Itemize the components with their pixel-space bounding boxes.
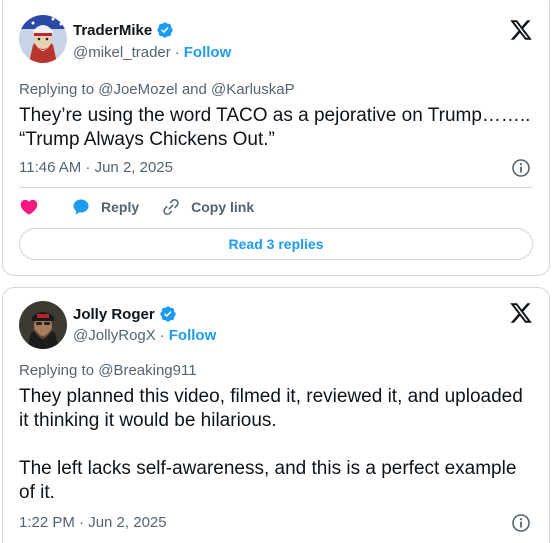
tweet-card: TraderMike @mikel_trader · Follow Replyi… bbox=[2, 0, 550, 276]
action-bar: Reply Copy link bbox=[19, 197, 276, 217]
separator-dot: · bbox=[174, 44, 180, 61]
author-name-row: TraderMike bbox=[73, 21, 174, 39]
like-button[interactable] bbox=[19, 197, 39, 217]
link-icon bbox=[161, 197, 181, 217]
replying-prefix: Replying to bbox=[19, 362, 99, 379]
avatar-image bbox=[19, 301, 67, 349]
replying-and: and bbox=[177, 81, 212, 98]
x-logo-icon[interactable] bbox=[509, 301, 533, 325]
mention-link[interactable]: @JoeMozel bbox=[98, 81, 177, 98]
heart-icon bbox=[19, 197, 39, 217]
verified-badge-icon bbox=[159, 305, 177, 323]
follow-button[interactable]: Follow bbox=[169, 327, 217, 344]
tweet-timestamp[interactable]: 1:22 PM · Jun 2, 2025 bbox=[19, 514, 167, 531]
avatar[interactable] bbox=[19, 15, 67, 63]
handle-row: @mikel_trader · Follow bbox=[73, 44, 231, 61]
copy-link-button[interactable]: Copy link bbox=[161, 197, 254, 217]
tweet-timestamp[interactable]: 11:46 AM · Jun 2, 2025 bbox=[19, 159, 173, 176]
reply-label: Reply bbox=[101, 199, 140, 215]
replying-to: Replying to @JoeMozel and @KarluskaP bbox=[19, 81, 295, 98]
replying-prefix: Replying to bbox=[19, 81, 99, 98]
tweet-text: They’re using the word TACO as a pejorat… bbox=[19, 105, 536, 150]
copy-link-label: Copy link bbox=[191, 199, 255, 215]
follow-button[interactable]: Follow bbox=[184, 44, 232, 61]
read-replies-button[interactable]: Read 3 replies bbox=[19, 228, 533, 260]
author-name[interactable]: TraderMike bbox=[73, 22, 152, 39]
x-logo-icon[interactable] bbox=[509, 18, 533, 42]
author-handle[interactable]: @mikel_trader bbox=[73, 44, 171, 61]
tweet-card: Jolly Roger @JollyRogX · Follow Replying… bbox=[2, 287, 550, 543]
replying-to: Replying to @Breaking911 bbox=[19, 362, 197, 379]
reply-bubble-icon bbox=[71, 197, 91, 217]
avatar-image bbox=[19, 15, 67, 63]
tweet-text: They planned this video, filmed it, revi… bbox=[19, 386, 523, 503]
separator-dot: · bbox=[159, 327, 165, 344]
info-icon[interactable] bbox=[511, 158, 531, 178]
mention-link[interactable]: @Breaking911 bbox=[98, 362, 196, 379]
info-icon[interactable] bbox=[511, 513, 531, 533]
author-name-row: Jolly Roger bbox=[73, 305, 177, 323]
author-handle[interactable]: @JollyRogX bbox=[73, 327, 156, 344]
verified-badge-icon bbox=[156, 21, 174, 39]
mention-link[interactable]: @KarluskaP bbox=[211, 81, 295, 98]
reply-button[interactable]: Reply bbox=[71, 197, 139, 217]
author-name[interactable]: Jolly Roger bbox=[73, 306, 155, 323]
divider bbox=[19, 187, 533, 188]
avatar[interactable] bbox=[19, 301, 67, 349]
handle-row: @JollyRogX · Follow bbox=[73, 327, 216, 344]
